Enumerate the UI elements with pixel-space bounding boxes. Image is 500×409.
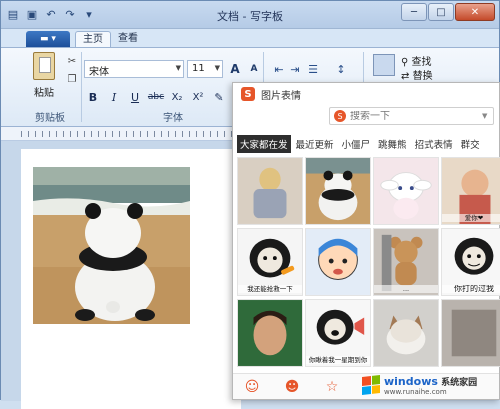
emoji-item[interactable] (373, 299, 439, 367)
emoji-pack-icon[interactable]: ☻ (283, 378, 301, 396)
emoji-item[interactable]: ... (373, 228, 439, 296)
line-spacing-icon[interactable]: ↕ (331, 60, 351, 78)
sogou-search-icon: S (334, 110, 346, 122)
windows-logo-icon (362, 375, 380, 395)
strikethrough-button[interactable]: abc (147, 88, 165, 106)
emoji-panel: S 图片表情 S ▼ 大家都在发 最近更新 小僵尸 跳舞熊 招式表情 群交 (232, 82, 500, 400)
group-divider (81, 52, 82, 122)
panel-title: 图片表情 (261, 90, 301, 102)
increase-indent-icon[interactable]: ⇥ (285, 60, 305, 78)
smiley-face-icon[interactable]: ☺ (243, 378, 261, 396)
category-tabs: 大家都在发 最近更新 小僵尸 跳舞熊 招式表情 群交 (237, 135, 500, 153)
window-controls: ─ □ ✕ (401, 3, 495, 21)
emoji-caption: ... (374, 285, 438, 293)
star-icon[interactable]: ☆ (323, 378, 341, 396)
clipboard-group-label: 剪贴板 (35, 113, 65, 124)
watermark-url: www.runaihe.com (384, 387, 447, 396)
close-button[interactable]: ✕ (455, 3, 495, 21)
cat-image (374, 300, 438, 366)
insert-picture-icon[interactable] (373, 54, 395, 76)
cartoon-boy-image (306, 229, 370, 295)
paste-button[interactable]: 粘贴 (27, 52, 61, 108)
emoji-item[interactable] (373, 157, 439, 225)
emoji-grid: 爱你❤ 我还能抢救一下 ... 你打的过我 你瞅着我一星期到你 (237, 157, 500, 371)
copy-icon[interactable]: ❐ (65, 72, 79, 86)
font-group-label: 字体 (163, 113, 183, 124)
emoji-item[interactable]: 你瞅着我一星期到你 (305, 299, 371, 367)
cut-icon[interactable]: ✂ (65, 54, 79, 68)
tab-view[interactable]: 查看 (111, 31, 145, 47)
ribbon-tab-bar: ▬ ▾ 主页 查看 (1, 29, 499, 47)
tab-home[interactable]: 主页 (75, 31, 111, 47)
grow-font-button[interactable]: A (226, 60, 244, 78)
underline-button[interactable]: U (126, 88, 144, 106)
man-face-image (238, 300, 302, 366)
tab-little-zombie[interactable]: 小僵尸 (339, 135, 374, 153)
tab-moves[interactable]: 招式表情 (412, 135, 456, 153)
find-button[interactable]: ⚲ 查找 (401, 56, 433, 70)
font-size-value: 11 (192, 63, 205, 74)
chevron-down-icon: ▼ (214, 64, 220, 72)
emoji-item[interactable] (305, 157, 371, 225)
clipboard-small-tools: ✂ ❐ (65, 54, 79, 86)
italic-button[interactable]: I (105, 88, 123, 106)
clipboard-icon (33, 52, 55, 80)
emoji-item[interactable]: 你打的过我 (441, 228, 500, 296)
watermark-site: 系统家园 (441, 377, 478, 388)
subscript-button[interactable]: X₂ (168, 88, 186, 106)
emoji-caption: 我还能抢救一下 (238, 285, 302, 293)
replace-label: 替换 (412, 71, 433, 82)
font-format-row: B I U abc X₂ X² ✎ A (84, 88, 249, 106)
emoji-caption: 你打的过我 (442, 285, 500, 293)
emoji-search-box[interactable]: S ▼ (329, 107, 494, 125)
minimize-button[interactable]: ─ (401, 3, 427, 21)
font-family-value: 宋体 (89, 67, 109, 78)
tab-dancing-bear[interactable]: 跳舞熊 (375, 135, 410, 153)
emoji-caption: 你瞅着我一星期到你 (306, 356, 370, 364)
emoji-caption: 爱你❤ (442, 214, 500, 222)
bold-button[interactable]: B (84, 88, 102, 106)
tab-group[interactable]: 群交 (458, 135, 483, 153)
chevron-down-icon[interactable]: ▼ (482, 112, 487, 120)
binoculars-icon: ⚲ (401, 57, 409, 68)
font-size-select[interactable]: 11 ▼ (187, 60, 223, 78)
font-family-select[interactable]: 宋体 ▼ (84, 60, 184, 78)
emoji-item[interactable] (237, 299, 303, 367)
panda-image (306, 158, 370, 224)
watermark-brand: windows (384, 374, 438, 388)
tab-recent-updates[interactable]: 最近更新 (293, 135, 337, 153)
chevron-down-icon: ▼ (175, 64, 181, 72)
shrink-font-button[interactable]: A (245, 60, 263, 78)
panel-header: S 图片表情 (233, 83, 499, 105)
photo-meme-image (442, 300, 500, 366)
panda-beach-image[interactable] (33, 167, 190, 324)
emoji-item[interactable] (305, 228, 371, 296)
watermark-text: windows 系统家园 www.runaihe.com (384, 375, 477, 396)
emoji-search-input[interactable] (350, 110, 480, 122)
document-page[interactable] (21, 149, 241, 409)
emoji-item[interactable]: 爱你❤ (441, 157, 500, 225)
site-watermark: windows 系统家园 www.runaihe.com (362, 370, 500, 400)
sogou-logo-icon: S (241, 87, 255, 101)
paste-label: 粘贴 (34, 88, 54, 99)
highlight-color-icon[interactable]: ✎ (210, 88, 228, 106)
panda-beach-picture (33, 167, 190, 324)
emoji-item[interactable] (441, 299, 500, 367)
replace-icon: ⇄ (401, 71, 410, 82)
emoji-item[interactable] (237, 157, 303, 225)
bowing-person-image (238, 158, 302, 224)
superscript-button[interactable]: X² (189, 88, 207, 106)
maximize-button[interactable]: □ (428, 3, 454, 21)
app-menu-button[interactable]: ▬ ▾ (26, 31, 70, 47)
emoji-item[interactable]: 我还能抢救一下 (237, 228, 303, 296)
title-bar: ▤ ▣ ↶ ↷ ▾ 文档 - 写字板 ─ □ ✕ (1, 1, 499, 29)
find-label: 查找 (411, 57, 432, 68)
bullet-list-icon[interactable]: ☰ (303, 60, 323, 78)
cinnamoroll-image (374, 158, 438, 224)
tab-popular[interactable]: 大家都在发 (237, 135, 291, 153)
editing-group: ⚲ 查找 ⇄ 替换 (401, 56, 433, 84)
